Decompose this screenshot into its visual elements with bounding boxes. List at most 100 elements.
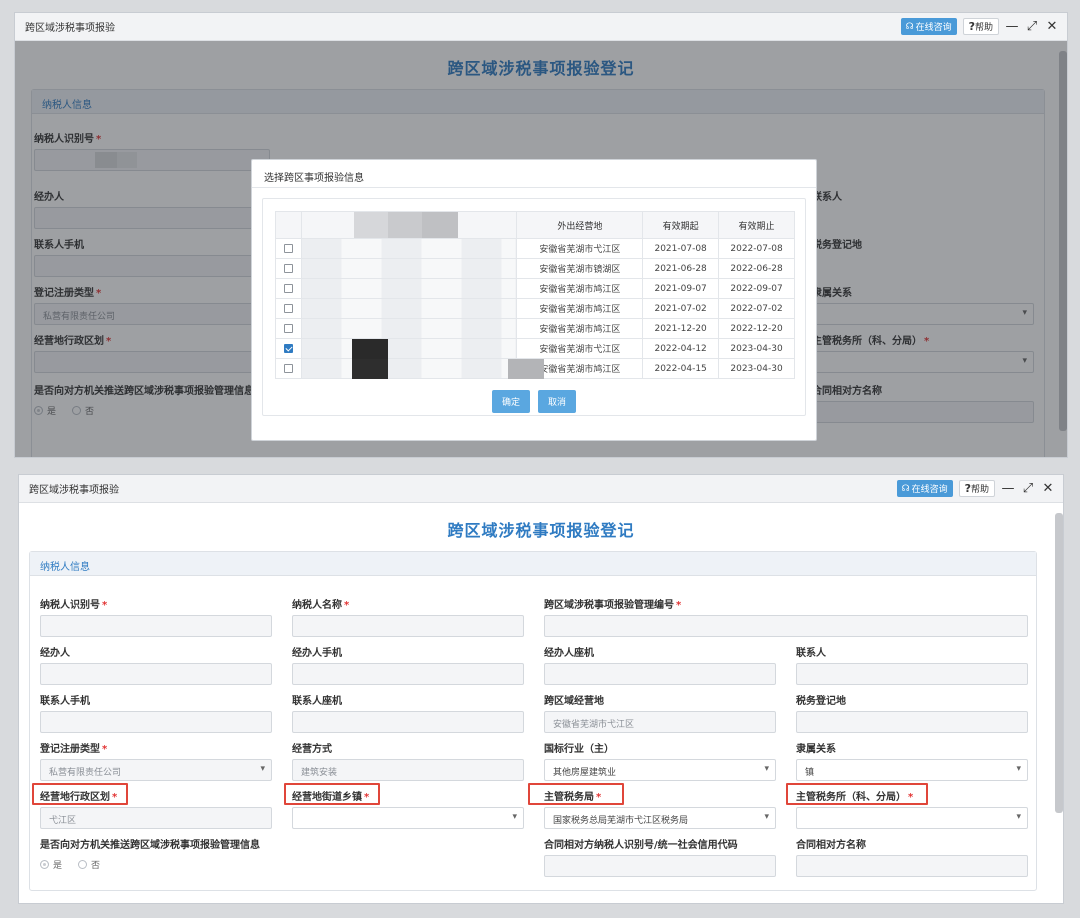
highlight-box bbox=[284, 783, 380, 805]
table-row-selected[interactable]: 安徽省芜湖市弋江区 2022-04-12 2023-04-30 bbox=[275, 338, 795, 359]
radio-no[interactable]: 否 bbox=[78, 858, 100, 871]
mgmt-no-field: 跨区域涉税事项报验管理编号 * bbox=[544, 596, 1028, 637]
table-row[interactable]: 安徽省芜湖市鸠江区 2021-09-07 2022-09-07 bbox=[275, 278, 795, 299]
admin-district-input[interactable]: 弋江区 bbox=[40, 807, 272, 829]
chevron-down-icon: ▾ bbox=[764, 812, 769, 822]
window-title: 跨区域涉税事项报验 bbox=[25, 23, 115, 34]
contact-phone-input[interactable] bbox=[40, 711, 272, 733]
redacted-cell bbox=[300, 358, 544, 379]
contact-phone-field: 联系人手机 bbox=[40, 692, 272, 733]
redacted-header bbox=[300, 211, 518, 239]
col-end: 有效期止 bbox=[718, 211, 795, 239]
col-place: 外出经营地 bbox=[516, 211, 644, 239]
reg-type-select[interactable]: 私营有限责任公司 ▾ bbox=[40, 759, 272, 781]
tax-bureau-select[interactable]: 国家税务总局芜湖市弋江区税务局 ▾ bbox=[544, 807, 776, 829]
close-icon[interactable]: ✕ bbox=[1045, 19, 1059, 34]
form-content: 跨区域涉税事项报验登记 纳税人信息 纳税人识别号 * 经办人 联系人手机 登记注册… bbox=[15, 41, 1067, 457]
reg-type-field: 登记注册类型 * 私营有限责任公司 ▾ bbox=[40, 740, 272, 781]
confirm-button[interactable]: 确定 bbox=[491, 390, 530, 413]
minimize-icon[interactable]: — bbox=[1005, 19, 1019, 34]
biz-mode-input[interactable]: 建筑安装 bbox=[292, 759, 524, 781]
industry-select[interactable]: 其他房屋建筑业 ▾ bbox=[544, 759, 776, 781]
agent-input[interactable] bbox=[40, 663, 272, 685]
agent-landline-field: 经办人座机 bbox=[544, 644, 776, 685]
help-button[interactable]: ?帮助 bbox=[962, 18, 999, 35]
record-table: 外出经营地 有效期起 有效期止 安徽省芜湖市弋江区 2021-07-08 202… bbox=[275, 211, 795, 379]
street-town-select[interactable]: ▾ bbox=[292, 807, 524, 829]
online-consult-button[interactable]: ☊ 在线咨询 bbox=[896, 480, 953, 497]
agent-landline-input[interactable] bbox=[544, 663, 776, 685]
cross-region-place-input[interactable]: 安徽省芜湖市弋江区 bbox=[544, 711, 776, 733]
taxpayer-name-input[interactable] bbox=[292, 615, 524, 637]
highlight-box bbox=[32, 783, 128, 805]
table-row[interactable]: 安徽省芜湖市弋江区 2021-07-08 2022-07-08 bbox=[275, 238, 795, 259]
table-row[interactable]: 安徽省芜湖市鸠江区 2021-12-20 2022-12-20 bbox=[275, 318, 795, 339]
scrollbar[interactable] bbox=[1055, 513, 1063, 813]
form-content: 跨区域涉税事项报验登记 纳税人信息 纳税人识别号 * 纳税人名称 * 跨区域涉税事项… bbox=[19, 503, 1063, 903]
contact-field: 联系人 bbox=[796, 644, 1028, 685]
maximize-icon[interactable]: ⤢ bbox=[1021, 481, 1035, 496]
contact-landline-field: 联系人座机 bbox=[292, 692, 524, 733]
online-consult-button[interactable]: ☊ 在线咨询 bbox=[900, 18, 957, 35]
agent-phone-input[interactable] bbox=[292, 663, 524, 685]
select-record-dialog: 选择跨区事项报验信息 外出经营地 有效期起 有效期止 安徽省芜湖市弋江区 202… bbox=[251, 159, 817, 441]
redacted-cell bbox=[300, 278, 518, 299]
window-bottom: 跨区域涉税事项报验 ☊ 在线咨询 ?帮助 — ⤢ ✕ 跨区域涉税事项报验登记 纳税… bbox=[18, 474, 1064, 904]
window-top: 跨区域涉税事项报验 ☊ 在线咨询 ?帮助 — ⤢ ✕ 跨区域涉税事项报验登记 纳税… bbox=[14, 12, 1068, 458]
affiliation-select[interactable]: 镇 ▾ bbox=[796, 759, 1028, 781]
counterparty-id-field: 合同相对方纳税人识别号/统一社会信用代码 bbox=[544, 836, 776, 877]
mgmt-no-input[interactable] bbox=[544, 615, 1028, 637]
maximize-icon[interactable]: ⤢ bbox=[1025, 19, 1039, 34]
chevron-down-icon: ▾ bbox=[260, 764, 265, 774]
table-row[interactable]: 安徽省芜湖市鸠江区 2021-07-02 2022-07-02 bbox=[275, 298, 795, 319]
taxpayer-name-field: 纳税人名称 * bbox=[292, 596, 524, 637]
minimize-icon[interactable]: — bbox=[1001, 481, 1015, 496]
taxpayer-id-input[interactable] bbox=[40, 615, 272, 637]
chevron-down-icon: ▾ bbox=[1016, 764, 1021, 774]
title-bar: 跨区域涉税事项报验 ☊ 在线咨询 ?帮助 — ⤢ ✕ bbox=[19, 475, 1063, 503]
highlight-box bbox=[786, 783, 928, 805]
highlight-box bbox=[528, 783, 624, 805]
redacted-cell bbox=[300, 298, 518, 319]
section-title: 纳税人信息 bbox=[30, 552, 1036, 576]
row-checkbox-checked[interactable] bbox=[283, 343, 293, 353]
contact-landline-input[interactable] bbox=[292, 711, 524, 733]
affiliation-field: 隶属关系 镇 ▾ bbox=[796, 740, 1028, 781]
industry-field: 国标行业（主） 其他房屋建筑业 ▾ bbox=[544, 740, 776, 781]
biz-mode-field: 经营方式 建筑安装 bbox=[292, 740, 524, 781]
agent-field: 经办人 bbox=[40, 644, 272, 685]
counterparty-id-input[interactable] bbox=[544, 855, 776, 877]
push-info-field: 是否向对方机关推送跨区域涉税事项报验管理信息 是 否 bbox=[40, 840, 260, 871]
headset-icon: ☊ bbox=[905, 21, 914, 32]
contact-input[interactable] bbox=[796, 663, 1028, 685]
window-title: 跨区域涉税事项报验 bbox=[29, 485, 119, 496]
table-row[interactable]: 安徽省芜湖市镜湖区 2021-06-28 2022-06-28 bbox=[275, 258, 795, 279]
close-icon[interactable]: ✕ bbox=[1041, 481, 1055, 496]
tax-reg-place-input[interactable] bbox=[796, 711, 1028, 733]
col-start: 有效期起 bbox=[642, 211, 720, 239]
redacted-cell bbox=[300, 258, 518, 279]
counterparty-name-field: 合同相对方名称 bbox=[796, 836, 1028, 877]
row-checkbox[interactable] bbox=[283, 363, 293, 373]
taxpayer-id-field: 纳税人识别号 * bbox=[40, 596, 272, 637]
title-bar: 跨区域涉税事项报验 ☊ 在线咨询 ?帮助 — ⤢ ✕ bbox=[15, 13, 1067, 41]
row-checkbox[interactable] bbox=[283, 323, 293, 333]
cross-region-place-field: 跨区域经营地 安徽省芜湖市弋江区 bbox=[544, 692, 776, 733]
row-checkbox[interactable] bbox=[283, 263, 293, 273]
radio-yes[interactable]: 是 bbox=[40, 858, 62, 871]
agent-phone-field: 经办人手机 bbox=[292, 644, 524, 685]
redacted-cell bbox=[300, 318, 518, 339]
row-checkbox[interactable] bbox=[283, 303, 293, 313]
table-row[interactable]: 安徽省芜湖市鸠江区 2022-04-15 2023-04-30 bbox=[275, 358, 795, 379]
redacted-cell bbox=[300, 238, 518, 259]
cancel-button[interactable]: 取消 bbox=[538, 390, 577, 413]
counterparty-name-input[interactable] bbox=[796, 855, 1028, 877]
row-checkbox[interactable] bbox=[283, 283, 293, 293]
chevron-down-icon: ▾ bbox=[512, 812, 517, 822]
help-button[interactable]: ?帮助 bbox=[958, 480, 995, 497]
page-title: 跨区域涉税事项报验登记 bbox=[447, 521, 635, 540]
tax-reg-place-field: 税务登记地 bbox=[796, 692, 1028, 733]
row-checkbox[interactable] bbox=[283, 243, 293, 253]
chevron-down-icon: ▾ bbox=[1016, 812, 1021, 822]
tax-office-select[interactable]: ▾ bbox=[796, 807, 1028, 829]
